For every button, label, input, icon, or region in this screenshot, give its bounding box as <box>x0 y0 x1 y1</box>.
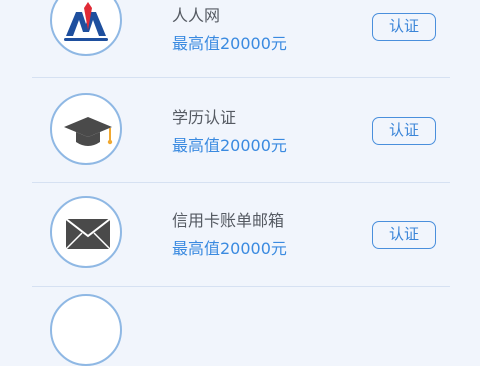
item-max-value: 最高值20000元 <box>172 34 287 53</box>
item-max-value: 最高值20000元 <box>172 239 287 258</box>
divider <box>32 182 450 183</box>
certify-button[interactable]: 认证 <box>372 117 436 145</box>
renren-logo-icon <box>50 0 122 56</box>
list-item-credit-card-email[interactable]: 信用卡账单邮箱 最高值20000元 认证 <box>0 185 480 285</box>
item-title: 信用卡账单邮箱 <box>172 211 285 230</box>
certify-button[interactable]: 认证 <box>372 221 436 249</box>
verification-list: 人人网 最高值20000元 认证 学历认证 最高值20000元 认证 信用卡账单… <box>0 0 480 366</box>
item-title: 人人网 <box>172 6 221 25</box>
item-max-value: 最高值20000元 <box>172 136 287 155</box>
divider <box>32 286 450 287</box>
envelope-icon <box>50 196 122 268</box>
item-title: 学历认证 <box>172 108 237 127</box>
list-item-renren[interactable]: 人人网 最高值20000元 认证 <box>0 0 480 76</box>
divider <box>32 77 450 78</box>
graduation-cap-icon <box>50 93 122 165</box>
certify-button[interactable]: 认证 <box>372 13 436 41</box>
list-item-education[interactable]: 学历认证 最高值20000元 认证 <box>0 80 480 180</box>
next-item-icon <box>50 294 122 366</box>
